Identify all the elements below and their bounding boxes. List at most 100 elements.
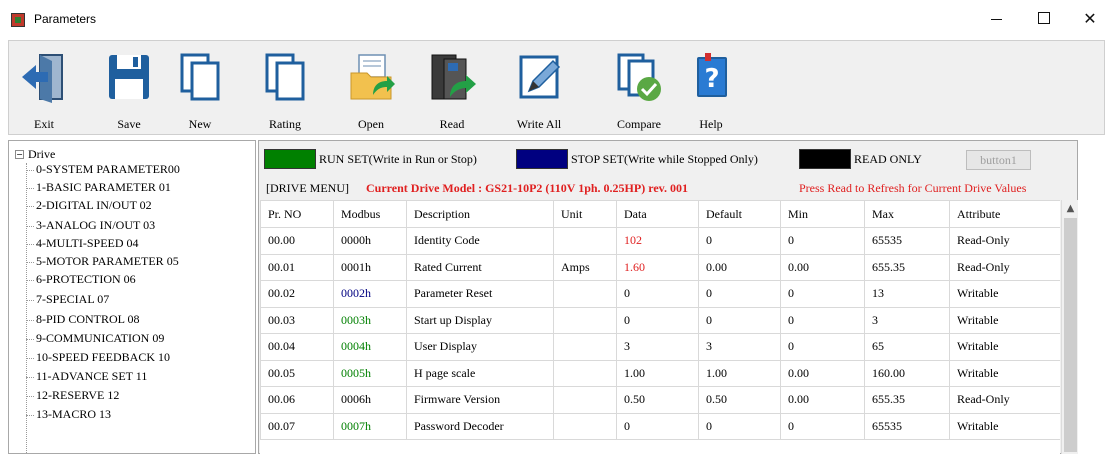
app-icon	[11, 13, 25, 27]
button1[interactable]: button1	[966, 150, 1031, 170]
data-cell[interactable]: 3	[616, 333, 699, 361]
default-cell: 3	[698, 333, 781, 361]
tree-item[interactable]: 4-MULTI-SPEED 04	[36, 236, 139, 251]
tree-item[interactable]: 0-SYSTEM PARAMETER00	[36, 162, 180, 177]
table-row[interactable]: 00.00 0000h Identity Code 102 0 0 65535 Read-On…	[260, 227, 1060, 255]
modbus-cell: 0005h	[333, 359, 407, 387]
column-header[interactable]: Default	[698, 200, 781, 228]
data-cell[interactable]: 1.00	[616, 359, 699, 387]
tree-root-drive[interactable]: − Drive	[15, 147, 55, 162]
open-label: Open	[358, 117, 384, 131]
tree-item[interactable]: 5-MOTOR PARAMETER 05	[36, 254, 179, 269]
unit-cell	[553, 227, 617, 255]
tree-connector	[26, 300, 34, 301]
open-button[interactable]: Open	[339, 47, 403, 131]
close-button[interactable]: ✕	[1067, 0, 1113, 36]
tree-item[interactable]: 3-ANALOG IN/OUT 03	[36, 218, 155, 233]
column-header[interactable]: Description	[406, 200, 554, 228]
pr-no-cell: 00.02	[260, 280, 334, 308]
column-header[interactable]: Pr. NO	[260, 200, 334, 228]
stop-set-label: STOP SET(Write while Stopped Only)	[571, 152, 758, 166]
run-set-label: RUN SET(Write in Run or Stop)	[319, 152, 477, 166]
column-header[interactable]: Unit	[553, 200, 617, 228]
maximize-button[interactable]	[1021, 0, 1067, 36]
tree-connector	[26, 262, 34, 263]
maximize-icon	[1038, 12, 1050, 24]
rating-document-icon	[265, 53, 305, 101]
write-all-button[interactable]: Write All	[507, 47, 571, 131]
tree-item[interactable]: 11-ADVANCE SET 11	[36, 369, 147, 384]
column-header[interactable]: Modbus	[333, 200, 407, 228]
tree-item[interactable]: 12-RESERVE 12	[36, 388, 119, 403]
tree-connector	[26, 170, 34, 171]
table-row[interactable]: 00.05 0005h H page scale 1.00 1.00 0.00 160.00…	[260, 359, 1060, 387]
tree-item[interactable]: 7-SPECIAL 07	[36, 292, 109, 307]
attribute-cell: Writable	[949, 333, 1060, 361]
tree-connector	[26, 244, 34, 245]
table-row[interactable]: 00.01 0001h Rated Current Amps 1.60 0.00 0.00 6…	[260, 253, 1060, 281]
new-document-icon	[180, 53, 220, 101]
compare-button[interactable]: Compare	[607, 47, 671, 131]
table-row[interactable]: 00.02 0002h Parameter Reset 0 0 0 13 Writable	[260, 280, 1060, 308]
help-button[interactable]: ? Help	[679, 47, 743, 131]
save-button[interactable]: Save	[97, 47, 161, 131]
unit-cell	[553, 280, 617, 308]
default-cell: 0	[698, 306, 781, 334]
table-row[interactable]: 00.04 0004h User Display 3 3 0 65 Writable	[260, 333, 1060, 361]
open-folder-icon	[350, 54, 395, 100]
collapse-icon[interactable]: −	[15, 150, 24, 159]
tree-connector	[26, 226, 34, 227]
column-header[interactable]: Attribute	[949, 200, 1060, 228]
table-row[interactable]: 00.06 0006h Firmware Version 0.50 0.50 0.00 65…	[260, 386, 1060, 414]
rating-button[interactable]: Rating	[253, 47, 317, 131]
tree-item[interactable]: 10-SPEED FEEDBACK 10	[36, 350, 170, 365]
description-cell: Firmware Version	[406, 386, 554, 414]
run-set-swatch	[264, 149, 316, 169]
column-header[interactable]: Data	[616, 200, 699, 228]
help-label: Help	[699, 117, 723, 131]
modbus-cell: 0002h	[333, 280, 407, 308]
pr-no-cell: 00.00	[260, 227, 334, 255]
attribute-cell: Writable	[949, 306, 1060, 334]
minimize-button[interactable]	[973, 0, 1019, 36]
read-label: Read	[439, 117, 465, 131]
scroll-thumb[interactable]	[1064, 218, 1077, 452]
tree-item[interactable]: 6-PROTECTION 06	[36, 272, 136, 287]
pr-no-cell: 00.03	[260, 306, 334, 334]
new-button[interactable]: New	[168, 47, 232, 131]
exit-button[interactable]: Exit	[12, 47, 76, 131]
description-cell: Password Decoder	[406, 412, 554, 440]
exit-door-icon	[22, 54, 63, 103]
vertical-scrollbar[interactable]: ▲	[1061, 200, 1078, 454]
unit-cell	[553, 306, 617, 334]
floppy-disk-icon	[109, 55, 149, 99]
pr-no-cell: 00.05	[260, 359, 334, 387]
data-cell[interactable]: 1.60	[616, 253, 699, 281]
attribute-cell: Read-Only	[949, 227, 1060, 255]
tree-connector	[26, 188, 34, 189]
data-cell[interactable]: 0	[616, 306, 699, 334]
max-cell: 13	[864, 280, 950, 308]
attribute-cell: Read-Only	[949, 253, 1060, 281]
read-button[interactable]: Read	[420, 47, 484, 131]
table-row[interactable]: 00.07 0007h Password Decoder 0 0 0 65535 Writab…	[260, 412, 1060, 440]
scroll-up-icon[interactable]: ▲	[1062, 200, 1079, 217]
min-cell: 0.00	[780, 253, 865, 281]
table-row[interactable]: 00.03 0003h Start up Display 0 0 0 3 Writable	[260, 306, 1060, 334]
tree-item[interactable]: 13-MACRO 13	[36, 407, 111, 422]
tree-item[interactable]: 2-DIGITAL IN/OUT 02	[36, 198, 152, 213]
tree-item[interactable]: 9-COMMUNICATION 09	[36, 331, 164, 346]
data-cell[interactable]: 102	[616, 227, 699, 255]
column-header[interactable]: Max	[864, 200, 950, 228]
data-cell[interactable]: 0	[616, 412, 699, 440]
data-cell[interactable]: 0	[616, 280, 699, 308]
modbus-cell: 0007h	[333, 412, 407, 440]
tree-item[interactable]: 8-PID CONTROL 08	[36, 312, 140, 327]
tree-connector	[26, 377, 34, 378]
tree-item[interactable]: 1-BASIC PARAMETER 01	[36, 180, 171, 195]
table-header-row: Pr. NO Modbus Description Unit Data Defa…	[260, 200, 1060, 228]
column-header[interactable]: Min	[780, 200, 865, 228]
data-cell[interactable]: 0.50	[616, 386, 699, 414]
unit-cell	[553, 386, 617, 414]
rating-label: Rating	[269, 117, 301, 131]
